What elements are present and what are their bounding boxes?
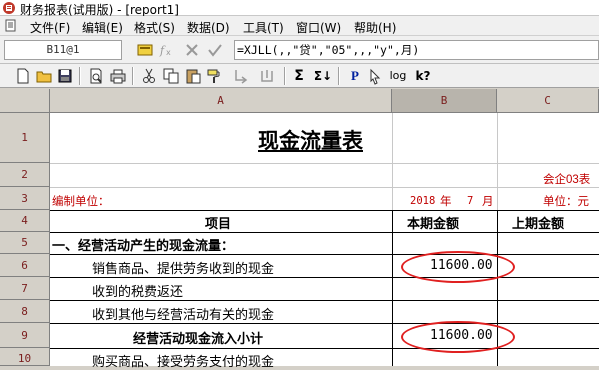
row-header-2[interactable]: 2: [0, 163, 50, 187]
highlight-circle: [401, 251, 515, 283]
header-item: 项目: [205, 217, 232, 232]
table-border: [50, 277, 599, 278]
table-border: [50, 232, 599, 233]
help-icon[interactable]: k?: [414, 67, 432, 85]
formula-bar: B11@1 fx =XJLL(,,"贷","05",,,"y",月): [0, 36, 599, 64]
toolbar-separator: [284, 67, 286, 85]
menu-edit[interactable]: 编辑(E): [82, 19, 123, 36]
report-grid[interactable]: A B C 1 2 3 4 5 6 7 8 9 10 现金流量表 会企03表 编…: [0, 89, 599, 370]
line-label[interactable]: 经营活动现金流入小计: [133, 328, 263, 347]
row-header-7[interactable]: 7: [0, 277, 50, 300]
line-label[interactable]: 收到其他与经营活动有关的现金: [92, 304, 274, 323]
column-header-c[interactable]: C: [497, 89, 599, 113]
header-prior: 上期金额: [512, 217, 565, 232]
table-border: [50, 323, 599, 324]
confirm-icon[interactable]: [207, 42, 223, 58]
column-header-b[interactable]: B: [392, 89, 497, 113]
document-icon[interactable]: [4, 19, 17, 32]
row-header-8[interactable]: 8: [0, 300, 50, 323]
sum-icon[interactable]: Σ: [290, 67, 308, 85]
table-border: [392, 210, 393, 366]
highlight-circle: [401, 321, 515, 353]
row-header-9[interactable]: 9: [0, 323, 50, 348]
toolbar-separator: [79, 67, 81, 85]
print-preview-icon[interactable]: [87, 67, 105, 85]
toolbar-separator: [338, 67, 340, 85]
save-icon[interactable]: [56, 67, 74, 85]
select-all-corner[interactable]: [0, 89, 50, 113]
gridline: [392, 113, 393, 210]
line-label[interactable]: 一、经营活动产生的现金流量：: [52, 235, 234, 254]
fx-icon[interactable]: fx: [158, 42, 174, 58]
toolbar: Σ Σ↓ P log k?: [0, 64, 599, 88]
preparer-label: 编制单位：: [52, 196, 110, 208]
svg-text:x: x: [166, 48, 171, 57]
menu-help[interactable]: 帮助(H): [354, 19, 396, 36]
menu-tools[interactable]: 工具(T): [243, 19, 284, 36]
period-month-unit: 月: [482, 196, 494, 208]
row-header-4[interactable]: 4: [0, 210, 50, 232]
menu-data[interactable]: 数据(D): [187, 19, 230, 36]
row-header-6[interactable]: 6: [0, 254, 50, 277]
toolbar-separator: [132, 67, 134, 85]
gridline: [50, 163, 599, 164]
row-header-1[interactable]: 1: [0, 113, 50, 163]
row-header-3[interactable]: 3: [0, 187, 50, 210]
new-icon[interactable]: [14, 67, 32, 85]
gridline: [50, 187, 599, 188]
line-label[interactable]: 购买商品、接受劳务支付的现金: [92, 351, 274, 370]
cancel-icon[interactable]: [184, 42, 200, 58]
period-year-unit: 年: [440, 196, 452, 208]
format-down-icon[interactable]: [232, 67, 250, 85]
menu-bar: 文件(F) 编辑(E) 格式(S) 数据(D) 工具(T) 窗口(W) 帮助(H…: [0, 16, 599, 36]
formula-input[interactable]: =XJLL(,,"贷","05",,,"y",月): [234, 40, 599, 60]
table-border: [50, 254, 599, 255]
period-year: 2018: [410, 195, 436, 207]
menu-window[interactable]: 窗口(W): [296, 19, 341, 36]
form-number: 会企03表: [543, 174, 591, 186]
format-painter-icon[interactable]: [205, 67, 223, 85]
paste-icon[interactable]: [184, 67, 202, 85]
cut-icon[interactable]: [140, 67, 158, 85]
insert-icon[interactable]: [258, 67, 276, 85]
header-current: 本期金额: [407, 217, 460, 232]
currency-unit: 单位：元: [543, 196, 589, 208]
cell-reference[interactable]: B11@1: [4, 40, 122, 60]
report-title: 现金流量表: [258, 128, 363, 153]
function-icon[interactable]: [137, 42, 153, 58]
cursor-icon[interactable]: [366, 67, 384, 85]
row-header-10[interactable]: 10: [0, 348, 50, 366]
line-label[interactable]: 收到的税费返还: [92, 281, 183, 300]
log-icon[interactable]: log: [388, 67, 408, 85]
table-border: [50, 300, 599, 301]
column-header-a[interactable]: A: [50, 89, 392, 113]
menu-file[interactable]: 文件(F): [30, 19, 70, 36]
copy-icon[interactable]: [162, 67, 180, 85]
line-label[interactable]: 销售商品、提供劳务收到的现金: [92, 258, 274, 277]
print-icon[interactable]: [109, 67, 127, 85]
svg-text:f: f: [159, 44, 166, 57]
sum-formula-icon[interactable]: Σ↓: [312, 67, 334, 85]
row-header-5[interactable]: 5: [0, 232, 50, 254]
page-icon[interactable]: P: [346, 67, 364, 85]
menu-format[interactable]: 格式(S): [134, 19, 175, 36]
app-icon: [3, 2, 15, 14]
period-month: 7: [467, 195, 474, 207]
gridline: [497, 113, 498, 210]
table-border: [50, 348, 599, 349]
open-icon[interactable]: [35, 67, 53, 85]
table-border: [50, 210, 599, 211]
title-bar: 财务报表(试用版) - [report1]: [0, 0, 599, 17]
